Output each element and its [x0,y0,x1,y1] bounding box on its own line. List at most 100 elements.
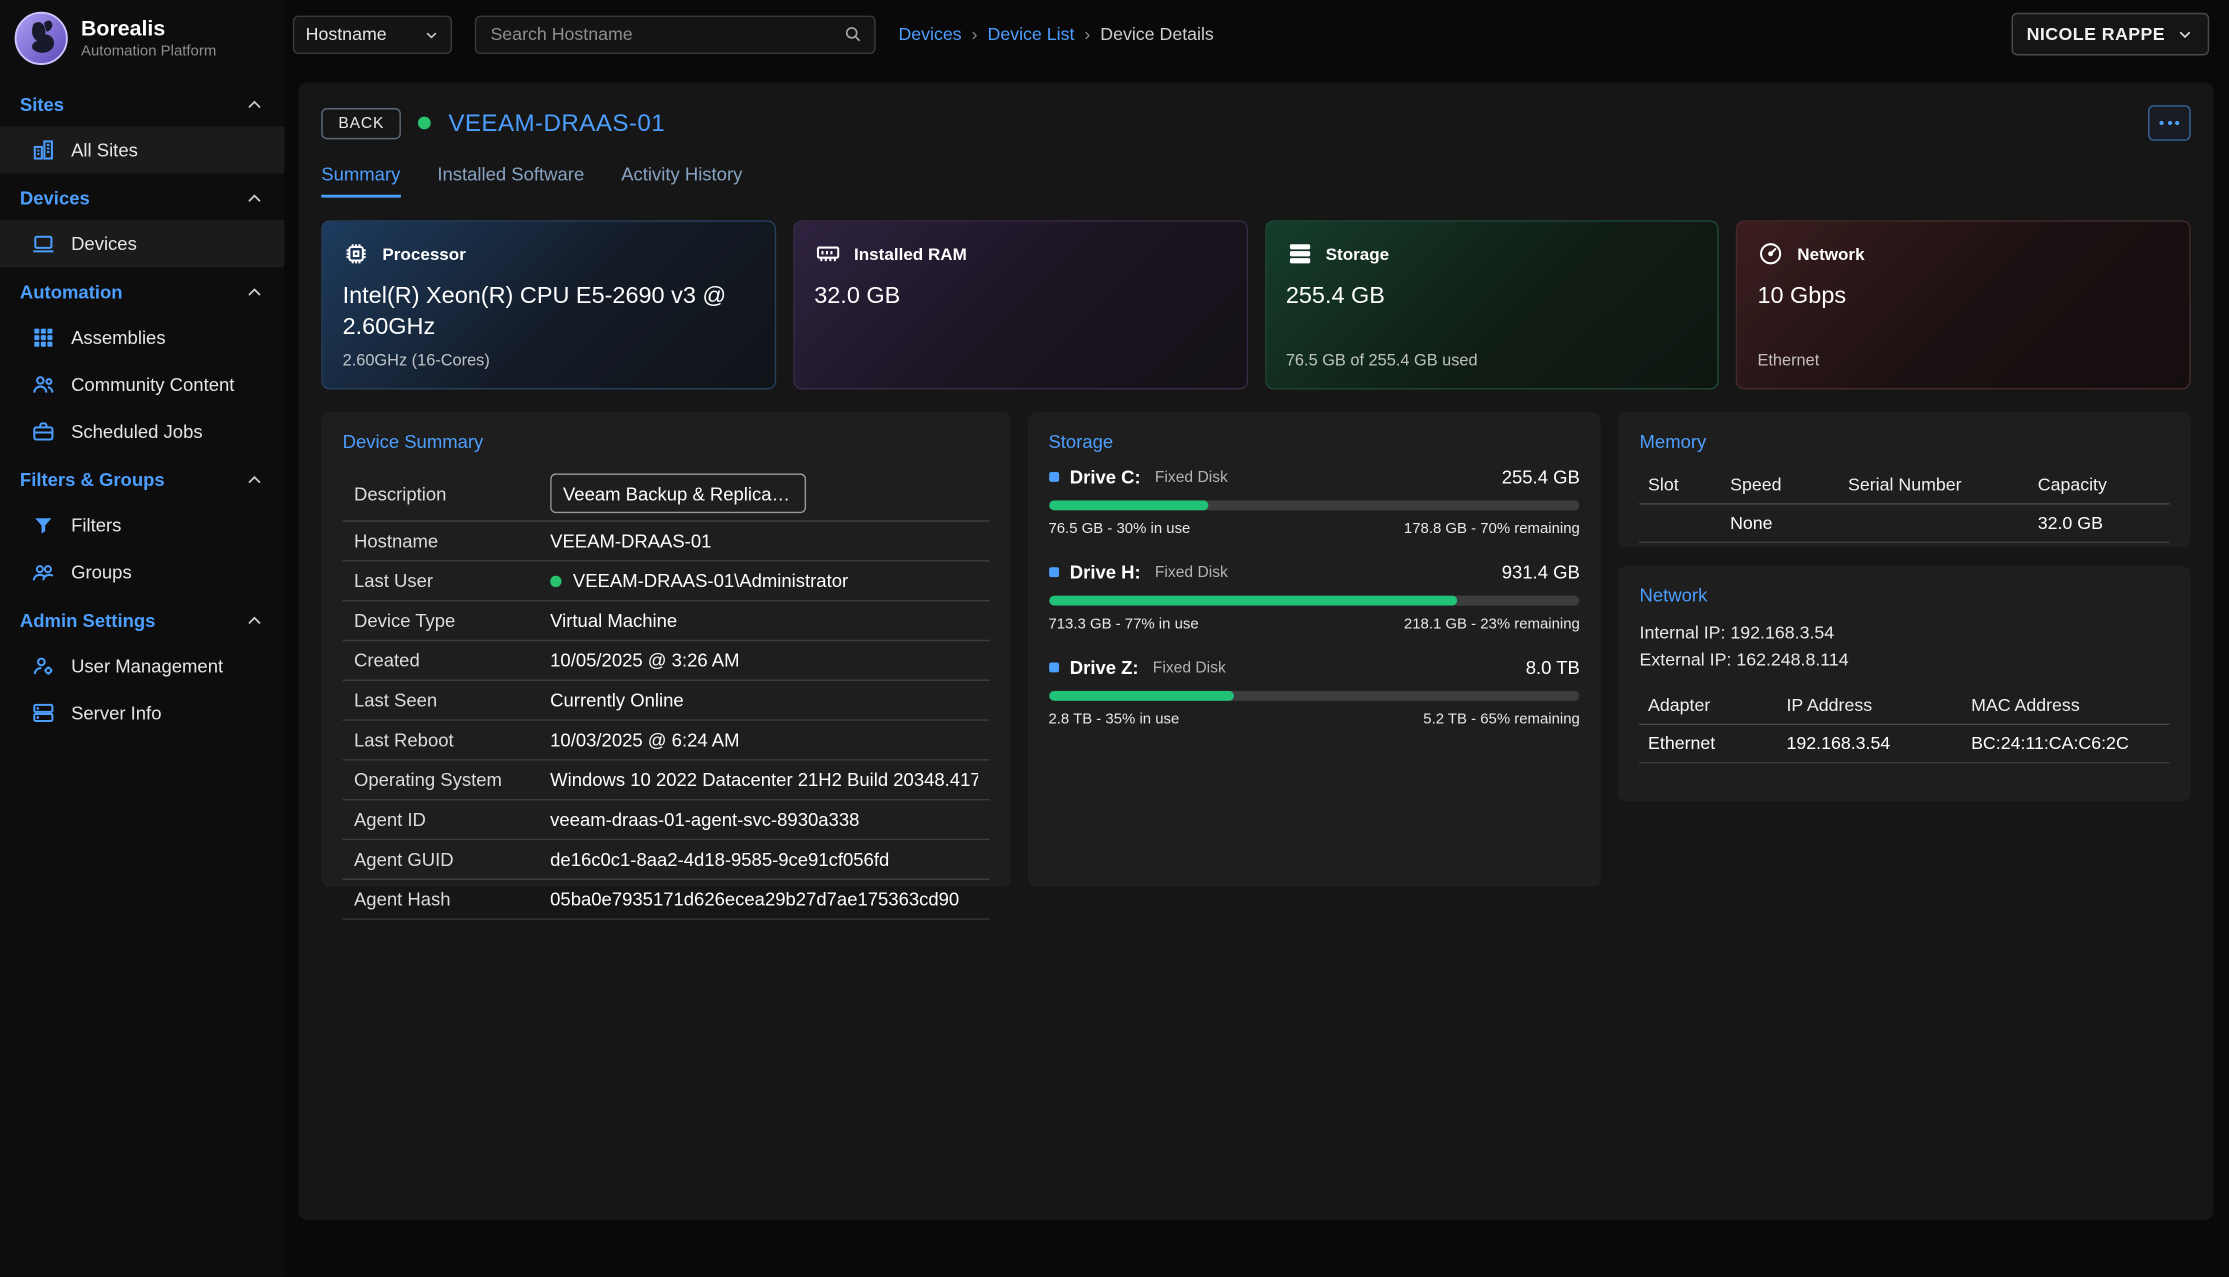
summary-row-agent-id: Agent ID veeam-draas-01-agent-svc-8930a3… [343,800,989,840]
tab-activity-history[interactable]: Activity History [621,163,742,197]
drive-bullet-icon [1048,567,1058,577]
hostname-filter-select[interactable]: Hostname [293,15,452,53]
brand-block: Borealis Automation Platform [0,0,284,80]
sidebar-item-label: User Management [71,655,223,676]
summary-value: Windows 10 2022 Datacenter 21H2 Build 20… [550,769,977,790]
memory-panel: Memory Slot Speed Serial Number Capacity… [1618,412,2190,547]
user-name: NICOLE RAPPE [2027,24,2165,44]
community-content-icon [31,372,55,396]
summary-label: Agent ID [354,809,550,830]
sidebar-section-filters-groups[interactable]: Filters & Groups [0,455,284,502]
sidebar-item-groups[interactable]: Groups [0,549,284,596]
summary-row-operating-system: Operating System Windows 10 2022 Datacen… [343,761,989,801]
sidebar-section-sites[interactable]: Sites [0,80,284,127]
chevron-up-icon [245,282,265,302]
sidebar-item-assemblies[interactable]: Assemblies [0,314,284,361]
breadcrumb-device-list[interactable]: Device List [988,24,1075,44]
chevron-up-icon [245,470,265,490]
summary-value: 05ba0e7935171d626ecea29b27d7ae175363cd90 [550,889,977,910]
drive-size: 8.0 TB [1526,657,1580,678]
section-label: Automation [20,281,123,302]
col-speed: Speed [1730,475,1848,495]
storage-icon [1286,240,1313,267]
user-menu-button[interactable]: NICOLE RAPPE [2011,13,2209,56]
sidebar-item-all-sites[interactable]: All Sites [0,127,284,174]
sidebar-item-community-content[interactable]: Community Content [0,361,284,408]
memory-table-header: Slot Speed Serial Number Capacity [1640,466,2170,504]
stat-label: Installed RAM [854,244,967,264]
col-serial: Serial Number [1848,475,2038,495]
device-summary-panel: Device Summary Description Hostname VEEA… [321,412,1010,887]
tab-summary[interactable]: Summary [321,163,400,197]
summary-label: Hostname [354,530,550,551]
summary-label: Description [354,483,550,504]
summary-label: Last Seen [354,689,550,710]
breadcrumb-devices[interactable]: Devices [898,24,961,44]
back-button[interactable]: BACK [321,107,401,138]
section-label: Admin Settings [20,610,156,631]
chevron-down-icon [2176,26,2193,43]
network-panel: Network Internal IP: 192.168.3.54 Extern… [1618,566,2190,802]
storage-card: Storage 255.4 GB 76.5 GB of 255.4 GB use… [1265,220,1720,389]
description-input[interactable] [550,473,806,513]
stat-label: Processor [382,244,465,264]
brand-name: Borealis [81,18,216,43]
server-info-icon [31,701,55,725]
search-input[interactable] [488,23,843,46]
summary-row-last-user: Last User VEEAM-DRAAS-01\Administrator [343,562,989,602]
search-icon[interactable] [843,24,863,44]
summary-label: Operating System [354,769,550,790]
tab-installed-software[interactable]: Installed Software [437,163,584,197]
drive-usage-bar [1048,596,1579,606]
summary-label: Agent Hash [354,889,550,910]
processor-icon [343,240,370,267]
drive-usage-fill [1048,691,1234,701]
more-icon [2167,121,2171,125]
drive-name: Drive H: [1070,562,1141,583]
sidebar-item-label: All Sites [71,139,138,160]
sidebar-section-devices[interactable]: Devices [0,173,284,220]
sidebar-item-user-management[interactable]: User Management [0,643,284,690]
internal-ip: Internal IP: 192.168.3.54 [1640,620,2170,648]
stat-cards-row: Processor Intel(R) Xeon(R) CPU E5-2690 v… [321,220,2190,389]
drive-bullet-icon [1048,662,1058,672]
breadcrumb-separator: › [972,24,978,44]
network-table-header: Adapter IP Address MAC Address [1640,686,2170,724]
stat-footer: 2.60GHz (16-Cores) [343,353,755,370]
summary-value: 10/03/2025 @ 6:24 AM [550,729,977,750]
ram-card: Installed RAM 32.0 GB [793,220,1248,389]
sidebar-section-automation[interactable]: Automation [0,267,284,314]
more-icon [2159,121,2163,125]
summary-row-hostname: Hostname VEEAM-DRAAS-01 [343,522,989,562]
summary-row-device-type: Device Type Virtual Machine [343,601,989,641]
drive-usage-fill [1048,596,1457,606]
stat-value: 10 Gbps [1757,280,2169,312]
user-management-icon [31,654,55,678]
sidebar-item-filters[interactable]: Filters [0,502,284,549]
panel-title: Network [1640,584,2170,605]
drive-type: Fixed Disk [1155,564,1228,581]
stat-value: Intel(R) Xeon(R) CPU E5-2690 v3 @ 2.60GH… [343,280,755,343]
summary-value: VEEAM-DRAAS-01\Administrator [573,570,848,591]
summary-value: VEEAM-DRAAS-01 [550,530,977,551]
summary-label: Created [354,650,550,671]
user-status-dot [550,575,561,586]
sidebar-section-admin-settings[interactable]: Admin Settings [0,596,284,643]
drive-type: Fixed Disk [1155,468,1228,485]
tabs: Summary Installed Software Activity Hist… [321,163,2190,197]
scheduled-jobs-icon [31,419,55,443]
sidebar-item-server-info[interactable]: Server Info [0,689,284,736]
more-actions-button[interactable] [2148,105,2191,141]
sidebar-item-devices[interactable]: Devices [0,220,284,267]
summary-row-agent-hash: Agent Hash 05ba0e7935171d626ecea29b27d7a… [343,880,989,920]
network-card: Network 10 Gbps Ethernet [1736,220,2191,389]
panel-title: Device Summary [343,431,989,452]
sidebar-item-scheduled-jobs[interactable]: Scheduled Jobs [0,408,284,455]
drive-c: Drive C: Fixed Disk 255.4 GB 76.5 GB - 3… [1048,466,1579,537]
stat-footer: 76.5 GB of 255.4 GB used [1286,353,1698,370]
panel-title: Storage [1048,431,1579,452]
assemblies-icon [31,326,55,350]
external-ip: External IP: 162.248.8.114 [1640,647,2170,675]
sidebar: Borealis Automation Platform Sites All S… [0,0,284,1277]
more-icon [2175,121,2179,125]
